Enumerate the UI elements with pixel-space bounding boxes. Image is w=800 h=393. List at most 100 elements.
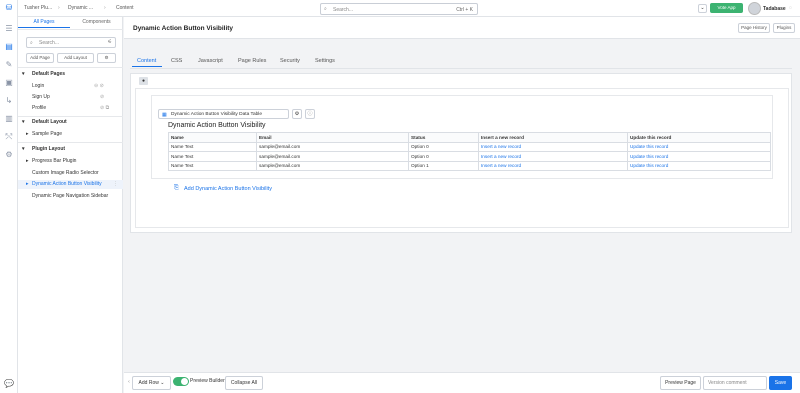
tab-javascript[interactable]: Javascript xyxy=(198,58,223,64)
caret-down-icon[interactable]: ▾ xyxy=(22,119,25,125)
chevron-left-icon[interactable]: ‹ xyxy=(127,376,131,390)
chevron-down-icon[interactable]: ⌄ xyxy=(698,4,707,13)
tab-components[interactable]: Components xyxy=(70,17,123,28)
breadcrumb-app[interactable]: Tusher Plu... xyxy=(24,5,52,11)
vote-app-button[interactable]: Vote App xyxy=(710,3,743,13)
pages-icon[interactable]: ▤ xyxy=(4,42,14,52)
caret-down-icon[interactable]: ▾ xyxy=(22,146,25,152)
reports-icon[interactable]: ▥ xyxy=(4,114,14,124)
chat-icon[interactable]: 💬 xyxy=(4,379,14,389)
active-tab-underline xyxy=(132,66,162,67)
tab-security[interactable]: Security xyxy=(280,58,300,64)
preview-builder-toggle[interactable] xyxy=(173,377,189,386)
page-title: Dynamic Action Button Visibility xyxy=(133,25,234,32)
settings-circle-icon[interactable]: ◌ xyxy=(789,5,792,11)
avatar[interactable] xyxy=(748,2,761,15)
gear-icon[interactable]: ⚙ xyxy=(4,150,14,160)
preview-builder-label: Preview Builder xyxy=(190,378,225,384)
share-icon[interactable]: ⤲ xyxy=(4,132,14,142)
table-title: Dynamic Action Button Visibility xyxy=(168,122,266,129)
tab-page-rules[interactable]: Page Rules xyxy=(238,58,266,64)
insert-record-link[interactable]: Insert a new record xyxy=(478,141,628,152)
layout-item-navigation-sidebar[interactable]: Dynamic Page Navigation Sidebar xyxy=(32,193,108,199)
app-rail: ⛁ ☰ ▤ ✎ ▣ ↳ ▥ ⤲ ⚙ 💬 xyxy=(0,0,18,393)
more-icon[interactable]: ⋮ xyxy=(113,181,118,187)
list-icon[interactable]: ☰ xyxy=(4,24,14,34)
caret-right-icon[interactable]: ▸ xyxy=(26,181,29,187)
database-logo-icon[interactable]: ⛁ xyxy=(4,3,14,13)
add-component-icon[interactable]: ⎘ xyxy=(174,185,179,192)
flow-icon[interactable]: ↳ xyxy=(4,96,14,106)
plugins-button[interactable]: Plugins xyxy=(773,23,795,33)
pages-search-placeholder: Search... xyxy=(39,40,60,46)
update-record-link[interactable]: Update this record xyxy=(627,141,771,152)
tab-all-pages[interactable]: All Pages xyxy=(18,17,70,28)
column-header: Status xyxy=(408,132,479,143)
content-card: ● ▦ Dynamic Action Button Visibility Dat… xyxy=(130,73,792,233)
add-layout-button[interactable]: Add Layout xyxy=(57,53,94,63)
search-placeholder: Search... xyxy=(333,6,354,13)
page-item-profile[interactable]: Profile xyxy=(32,105,46,111)
page-icons[interactable]: ⊘ xyxy=(100,94,104,100)
insert-record-link[interactable]: Insert a new record xyxy=(478,160,628,171)
page-icons[interactable]: ⊘ ⧉ xyxy=(100,105,109,111)
page-icons[interactable]: ⊖ ⊘ xyxy=(94,83,104,89)
preview-page-button[interactable]: Preview Page xyxy=(660,376,701,390)
save-button[interactable]: Save xyxy=(769,376,792,390)
filter-icon[interactable]: ⚟ xyxy=(108,39,112,45)
breadcrumb-section: Content xyxy=(116,5,134,11)
caret-right-icon[interactable]: ▸ xyxy=(26,158,29,164)
add-row-button[interactable]: Add Row ⌄ xyxy=(132,376,171,390)
breadcrumb-page[interactable]: Dynamic ... xyxy=(68,5,93,11)
cell-name: Name Text xyxy=(168,160,257,171)
layout-item-progress-bar[interactable]: Progress Bar Plugin xyxy=(32,158,76,164)
component-label[interactable]: ▦ Dynamic Action Button Visibility Data … xyxy=(158,109,289,119)
info-icon[interactable]: ⓘ xyxy=(305,109,315,119)
user-name: Tadabase xyxy=(763,6,786,12)
section-plugin-layout: Plugin Layout xyxy=(32,146,66,152)
gear-icon[interactable]: ⚙ xyxy=(292,109,302,119)
cell-status: Option 1 xyxy=(408,160,479,171)
page-history-button[interactable]: Page History xyxy=(738,23,770,33)
update-record-link[interactable]: Update this record xyxy=(627,160,771,171)
column-header: Name xyxy=(168,132,257,143)
search-icon: ⌕ xyxy=(324,6,327,12)
search-input[interactable]: ⌕ Search... Ctrl + K xyxy=(320,3,478,15)
page-item-sign-up[interactable]: Sign Up xyxy=(32,94,50,100)
data-table: Name Email Status Insert a new record Up… xyxy=(168,132,771,171)
layout-item-image-radio[interactable]: Custom Image Radio Selector xyxy=(32,170,99,176)
cell-status: Option 0 xyxy=(408,141,479,152)
update-record-link[interactable]: Update this record xyxy=(627,151,771,162)
insert-record-link[interactable]: Insert a new record xyxy=(478,151,628,162)
column-container: ▦ Dynamic Action Button Visibility Data … xyxy=(151,95,773,179)
caret-right-icon[interactable]: ▸ xyxy=(26,131,29,137)
add-component-link[interactable]: Add Dynamic Action Button Visibility xyxy=(184,186,272,192)
pages-search-input[interactable]: ⌕ Search... ⚟ xyxy=(26,37,116,48)
tab-content[interactable]: Content xyxy=(137,58,156,64)
search-icon: ⌕ xyxy=(30,39,33,46)
tab-css[interactable]: CSS xyxy=(171,58,182,64)
version-comment-input[interactable]: Version comment xyxy=(703,376,767,390)
footer-bar: ‹ Add Row ⌄ Preview Builder Collapse All… xyxy=(124,372,800,393)
layout-item-sample-page[interactable]: Sample Page xyxy=(32,131,62,137)
section-default-layout: Default Layout xyxy=(32,119,67,125)
cell-email: sample@email.com xyxy=(256,151,409,162)
column-header: Insert a new record xyxy=(478,132,628,143)
gear-icon[interactable]: ⚙ xyxy=(97,53,116,63)
divider xyxy=(18,67,123,68)
table-row: Name Text sample@email.com Option 0 Inse… xyxy=(168,141,771,152)
divider xyxy=(18,116,123,117)
divider xyxy=(18,29,123,30)
chevron-right-icon: › xyxy=(58,5,60,11)
page-item-login[interactable]: Login xyxy=(32,83,44,89)
add-page-button[interactable]: Add Page xyxy=(26,53,54,63)
row-handle-icon[interactable]: ● xyxy=(139,77,148,85)
tab-settings[interactable]: Settings xyxy=(315,58,335,64)
add-row-label: Add Row xyxy=(138,380,159,386)
caret-down-icon[interactable]: ▾ xyxy=(22,71,25,77)
collapse-all-button[interactable]: Collapse All xyxy=(225,376,263,390)
image-icon[interactable]: ▣ xyxy=(4,78,14,88)
design-icon[interactable]: ✎ xyxy=(4,60,14,70)
table-icon: ▦ xyxy=(162,111,167,118)
layout-item-dynamic-action[interactable]: Dynamic Action Button Visibility xyxy=(32,181,102,187)
